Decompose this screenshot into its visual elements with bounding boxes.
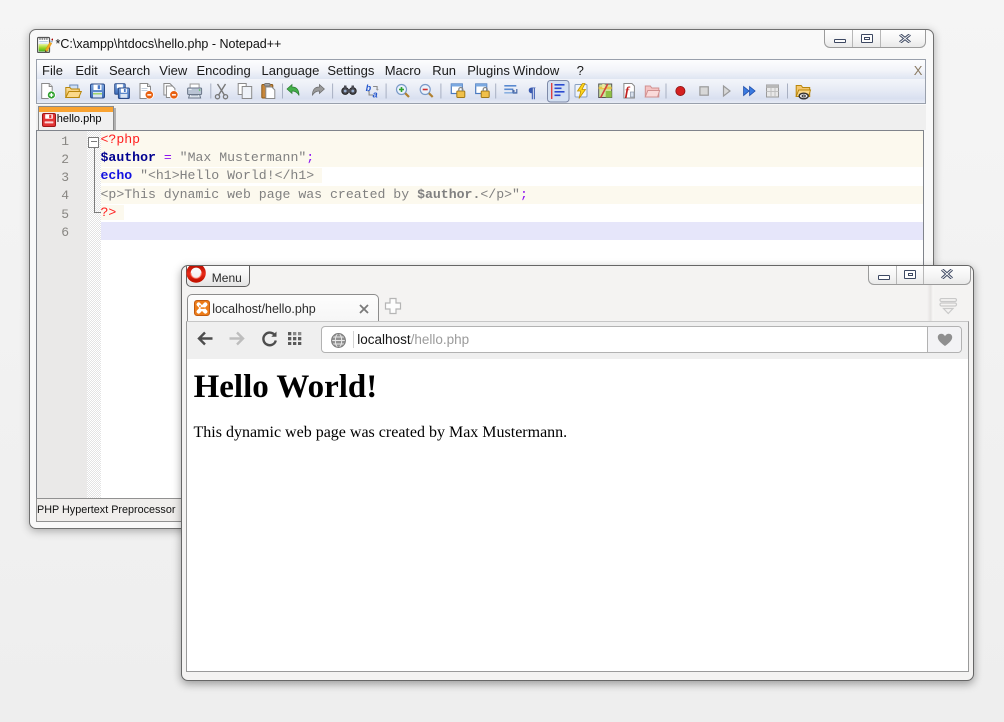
svg-text:a: a — [373, 89, 378, 99]
svg-text:¶: ¶ — [528, 85, 536, 101]
